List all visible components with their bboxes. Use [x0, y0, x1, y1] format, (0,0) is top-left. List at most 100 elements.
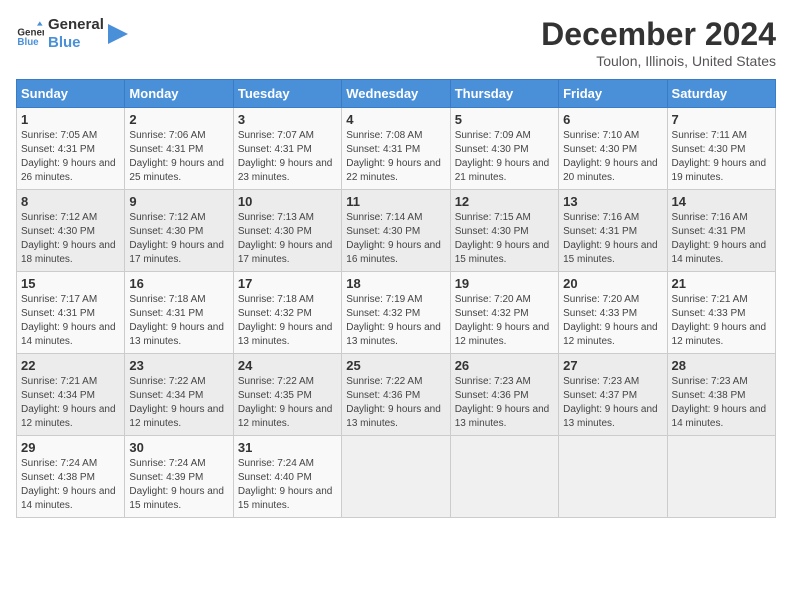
weekday-header-sunday: Sunday [17, 80, 125, 108]
day-info: Sunrise: 7:06 AMSunset: 4:31 PMDaylight:… [129, 129, 228, 185]
day-info: Sunrise: 7:24 AMSunset: 4:38 PMDaylight:… [21, 457, 120, 513]
day-info: Sunrise: 7:20 AMSunset: 4:33 PMDaylight:… [563, 293, 662, 349]
calendar-day-cell: 6 Sunrise: 7:10 AMSunset: 4:30 PMDaylight… [559, 108, 667, 190]
calendar-day-cell: 3 Sunrise: 7:07 AMSunset: 4:31 PMDaylight… [233, 108, 341, 190]
calendar-day-cell [559, 436, 667, 518]
day-number: 20 [563, 276, 662, 291]
day-number: 12 [455, 194, 554, 209]
calendar-day-cell: 1 Sunrise: 7:05 AMSunset: 4:31 PMDaylight… [17, 108, 125, 190]
day-info: Sunrise: 7:09 AMSunset: 4:30 PMDaylight:… [455, 129, 554, 185]
day-info: Sunrise: 7:14 AMSunset: 4:30 PMDaylight:… [346, 211, 445, 267]
weekday-header-monday: Monday [125, 80, 233, 108]
calendar-day-cell: 16 Sunrise: 7:18 AMSunset: 4:31 PMDayligh… [125, 272, 233, 354]
calendar-day-cell: 25 Sunrise: 7:22 AMSunset: 4:36 PMDayligh… [342, 354, 450, 436]
calendar-day-cell: 31Sunrise: 7:24 AMSunset: 4:40 PMDayligh… [233, 436, 341, 518]
calendar-day-cell: 24 Sunrise: 7:22 AMSunset: 4:35 PMDayligh… [233, 354, 341, 436]
calendar-week-row: 8 Sunrise: 7:12 AMSunset: 4:30 PMDaylight… [17, 190, 776, 272]
calendar-day-cell: 29Sunrise: 7:24 AMSunset: 4:38 PMDayligh… [17, 436, 125, 518]
day-number: 10 [238, 194, 337, 209]
calendar-day-cell: 18Sunrise: 7:19 AMSunset: 4:32 PMDayligh… [342, 272, 450, 354]
day-info: Sunrise: 7:23 AMSunset: 4:36 PMDaylight:… [455, 375, 554, 431]
day-number: 14 [672, 194, 771, 209]
day-number: 26 [455, 358, 554, 373]
day-number: 13 [563, 194, 662, 209]
weekday-header-tuesday: Tuesday [233, 80, 341, 108]
day-number: 24 [238, 358, 337, 373]
day-number: 5 [455, 112, 554, 127]
weekday-header-row: SundayMondayTuesdayWednesdayThursdayFrid… [17, 80, 776, 108]
svg-text:Blue: Blue [17, 37, 39, 48]
day-number: 2 [129, 112, 228, 127]
day-number: 9 [129, 194, 228, 209]
calendar-day-cell: 11 Sunrise: 7:14 AMSunset: 4:30 PMDayligh… [342, 190, 450, 272]
calendar-day-cell: 15Sunrise: 7:17 AMSunset: 4:31 PMDayligh… [17, 272, 125, 354]
day-info: Sunrise: 7:16 AMSunset: 4:31 PMDaylight:… [563, 211, 662, 267]
logo-blue: Blue [48, 34, 104, 52]
calendar-day-cell: 17 Sunrise: 7:18 AMSunset: 4:32 PMDayligh… [233, 272, 341, 354]
calendar-day-cell: 5 Sunrise: 7:09 AMSunset: 4:30 PMDaylight… [450, 108, 558, 190]
day-info: Sunrise: 7:18 AMSunset: 4:32 PMDaylight:… [238, 293, 337, 349]
calendar-day-cell: 8 Sunrise: 7:12 AMSunset: 4:30 PMDaylight… [17, 190, 125, 272]
calendar-day-cell: 28Sunrise: 7:23 AMSunset: 4:38 PMDayligh… [667, 354, 775, 436]
calendar-title: December 2024 [541, 16, 776, 53]
day-number: 27 [563, 358, 662, 373]
day-number: 19 [455, 276, 554, 291]
calendar-day-cell: 26 Sunrise: 7:23 AMSunset: 4:36 PMDayligh… [450, 354, 558, 436]
calendar-day-cell: 9 Sunrise: 7:12 AMSunset: 4:30 PMDaylight… [125, 190, 233, 272]
calendar-day-cell: 20 Sunrise: 7:20 AMSunset: 4:33 PMDayligh… [559, 272, 667, 354]
calendar-day-cell: 14 Sunrise: 7:16 AMSunset: 4:31 PMDayligh… [667, 190, 775, 272]
day-info: Sunrise: 7:21 AMSunset: 4:34 PMDaylight:… [21, 375, 120, 431]
day-number: 21 [672, 276, 771, 291]
day-number: 7 [672, 112, 771, 127]
day-number: 25 [346, 358, 445, 373]
day-info: Sunrise: 7:20 AMSunset: 4:32 PMDaylight:… [455, 293, 554, 349]
calendar-day-cell: 19 Sunrise: 7:20 AMSunset: 4:32 PMDayligh… [450, 272, 558, 354]
weekday-header-wednesday: Wednesday [342, 80, 450, 108]
day-info: Sunrise: 7:07 AMSunset: 4:31 PMDaylight:… [238, 129, 337, 185]
day-info: Sunrise: 7:11 AMSunset: 4:30 PMDaylight:… [672, 129, 771, 185]
weekday-header-thursday: Thursday [450, 80, 558, 108]
day-info: Sunrise: 7:24 AMSunset: 4:39 PMDaylight:… [129, 457, 228, 513]
day-number: 4 [346, 112, 445, 127]
day-info: Sunrise: 7:22 AMSunset: 4:35 PMDaylight:… [238, 375, 337, 431]
logo-icon: General Blue [16, 20, 44, 48]
day-number: 31 [238, 440, 337, 455]
title-area: December 2024 Toulon, Illinois, United S… [541, 16, 776, 69]
day-info: Sunrise: 7:21 AMSunset: 4:33 PMDaylight:… [672, 293, 771, 349]
calendar-subtitle: Toulon, Illinois, United States [541, 53, 776, 69]
day-number: 22 [21, 358, 120, 373]
day-info: Sunrise: 7:18 AMSunset: 4:31 PMDaylight:… [129, 293, 228, 349]
day-number: 1 [21, 112, 120, 127]
day-info: Sunrise: 7:12 AMSunset: 4:30 PMDaylight:… [129, 211, 228, 267]
day-number: 6 [563, 112, 662, 127]
calendar-day-cell: 4Sunrise: 7:08 AMSunset: 4:31 PMDaylight… [342, 108, 450, 190]
day-number: 17 [238, 276, 337, 291]
day-info: Sunrise: 7:17 AMSunset: 4:31 PMDaylight:… [21, 293, 120, 349]
day-info: Sunrise: 7:12 AMSunset: 4:30 PMDaylight:… [21, 211, 120, 267]
calendar-day-cell: 30 Sunrise: 7:24 AMSunset: 4:39 PMDayligh… [125, 436, 233, 518]
day-info: Sunrise: 7:05 AMSunset: 4:31 PMDaylight:… [21, 129, 120, 185]
calendar-week-row: 1 Sunrise: 7:05 AMSunset: 4:31 PMDaylight… [17, 108, 776, 190]
day-number: 8 [21, 194, 120, 209]
day-number: 11 [346, 194, 445, 209]
day-number: 30 [129, 440, 228, 455]
calendar-week-row: 15Sunrise: 7:17 AMSunset: 4:31 PMDayligh… [17, 272, 776, 354]
calendar-day-cell: 27Sunrise: 7:23 AMSunset: 4:37 PMDayligh… [559, 354, 667, 436]
calendar-day-cell [342, 436, 450, 518]
day-info: Sunrise: 7:16 AMSunset: 4:31 PMDaylight:… [672, 211, 771, 267]
day-info: Sunrise: 7:22 AMSunset: 4:36 PMDaylight:… [346, 375, 445, 431]
logo: General Blue General Blue [16, 16, 128, 52]
day-number: 23 [129, 358, 228, 373]
calendar-week-row: 22 Sunrise: 7:21 AMSunset: 4:34 PMDayligh… [17, 354, 776, 436]
day-info: Sunrise: 7:10 AMSunset: 4:30 PMDaylight:… [563, 129, 662, 185]
calendar-day-cell: 2 Sunrise: 7:06 AMSunset: 4:31 PMDaylight… [125, 108, 233, 190]
day-number: 3 [238, 112, 337, 127]
header: General Blue General Blue December 2024 … [16, 16, 776, 69]
day-number: 28 [672, 358, 771, 373]
calendar-table: SundayMondayTuesdayWednesdayThursdayFrid… [16, 79, 776, 518]
weekday-header-friday: Friday [559, 80, 667, 108]
calendar-day-cell [667, 436, 775, 518]
logo-general: General [48, 16, 104, 34]
calendar-day-cell: 21 Sunrise: 7:21 AMSunset: 4:33 PMDayligh… [667, 272, 775, 354]
day-number: 16 [129, 276, 228, 291]
